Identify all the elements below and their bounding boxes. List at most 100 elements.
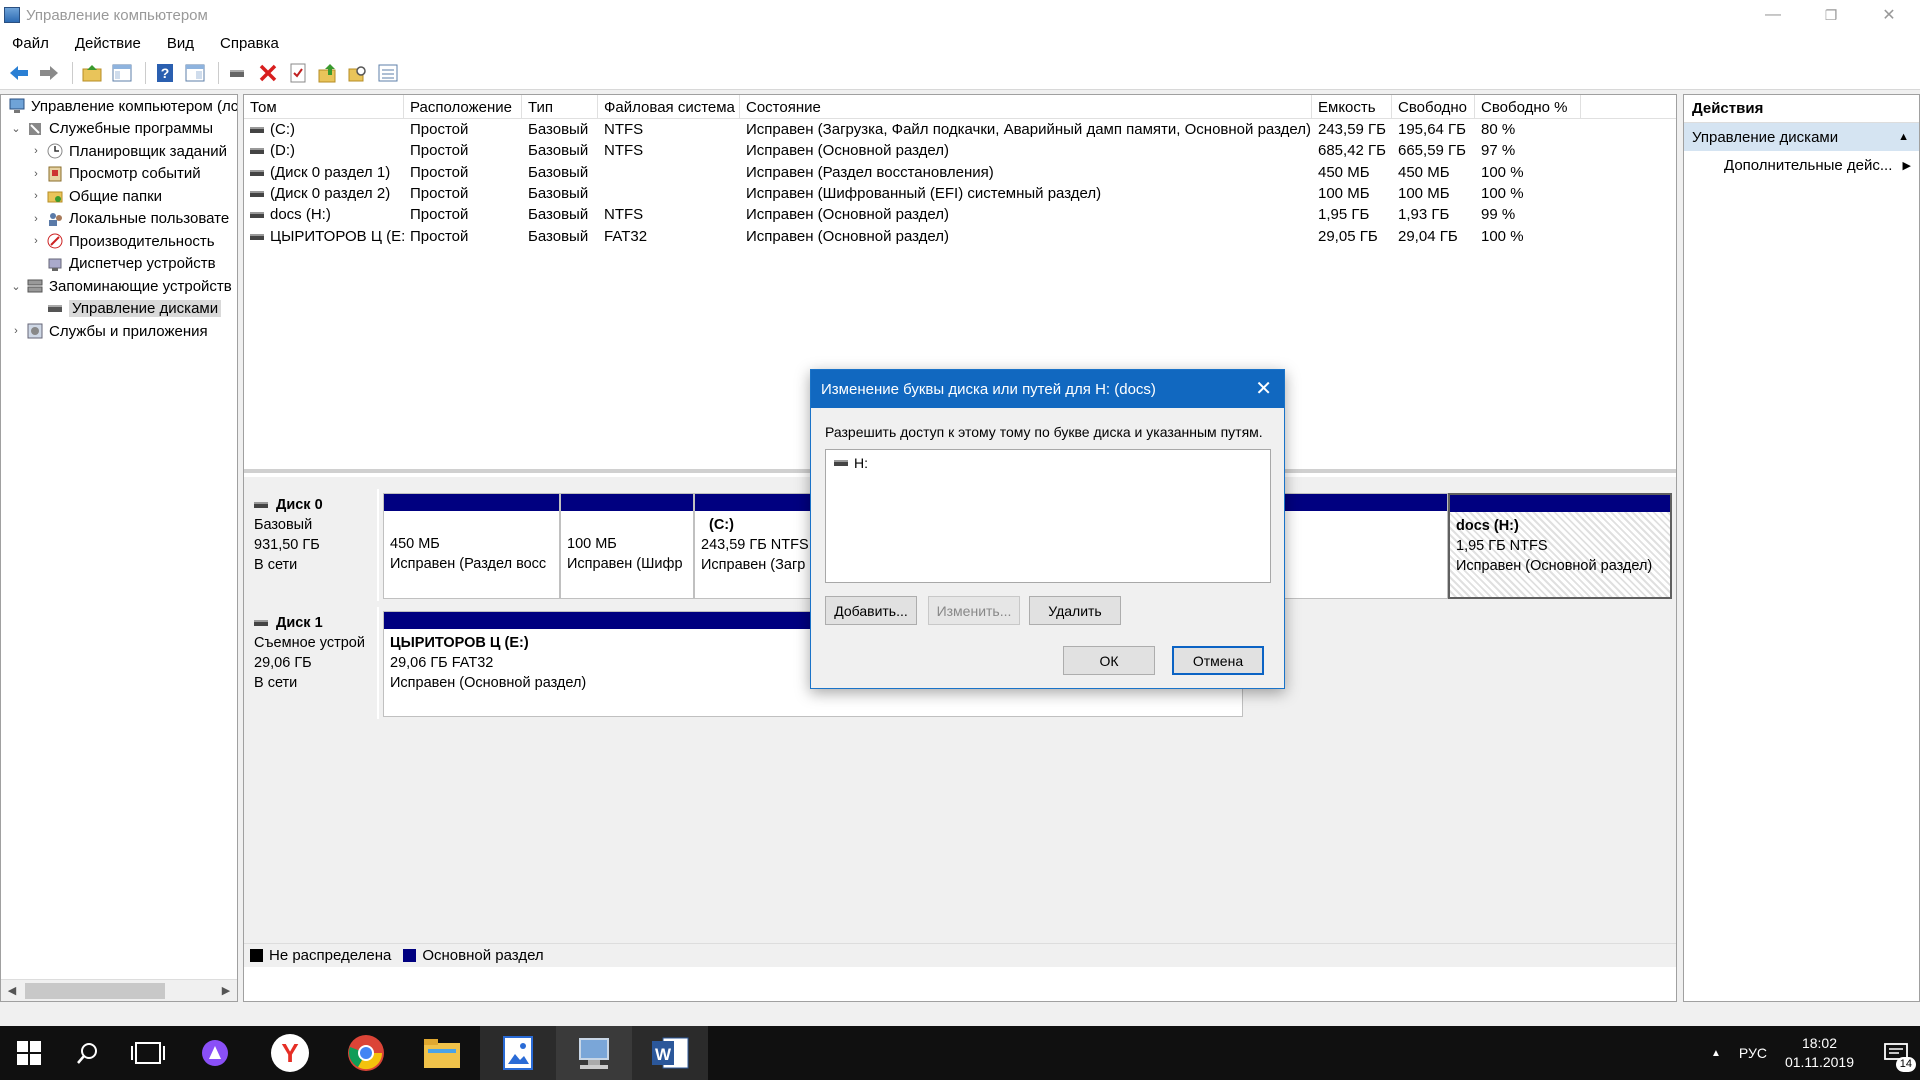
collapsed-chevron-icon[interactable]: › bbox=[29, 213, 43, 225]
action-center-button[interactable]: 14 bbox=[1872, 1026, 1920, 1080]
restore-button[interactable]: ❐ bbox=[1802, 0, 1860, 30]
actions-section-disk-management[interactable]: Управление дисками ▲ bbox=[1684, 123, 1919, 151]
dialog-title-bar: Изменение буквы диска или путей для H: (… bbox=[811, 370, 1284, 408]
file-explorer-button[interactable] bbox=[404, 1026, 480, 1080]
table-cell: Исправен (Основной раздел) bbox=[746, 142, 950, 160]
collapsed-chevron-icon[interactable]: › bbox=[29, 145, 43, 157]
table-row[interactable]: docs (H:) Простой Базовый NTFS Исправен (Осн… bbox=[244, 204, 1676, 225]
export-icon[interactable] bbox=[315, 60, 341, 86]
task-view-button[interactable] bbox=[118, 1026, 178, 1080]
tree-item-4[interactable]: › Общие папки bbox=[1, 185, 237, 208]
column-header-7[interactable]: Свободно bbox=[1392, 95, 1475, 118]
photos-button[interactable] bbox=[480, 1026, 556, 1080]
collapsed-chevron-icon[interactable]: › bbox=[9, 325, 23, 337]
column-header-6[interactable]: Емкость bbox=[1312, 95, 1392, 118]
column-header-2[interactable]: Расположение bbox=[404, 95, 522, 118]
help-icon[interactable]: ? bbox=[152, 60, 178, 86]
column-header-4[interactable]: Файловая система bbox=[598, 95, 740, 118]
legend-primary-swatch bbox=[403, 949, 417, 962]
disk-0-partition-h[interactable]: docs (H:) 1,95 ГБ NTFS Исправен (Основно… bbox=[1448, 493, 1672, 599]
scroll-right-icon[interactable]: ▶ bbox=[215, 984, 237, 997]
search-button[interactable] bbox=[58, 1026, 118, 1080]
list-icon[interactable] bbox=[375, 60, 401, 86]
tree-item-10[interactable]: › Службы и приложения bbox=[1, 320, 237, 343]
volume-icon bbox=[250, 212, 264, 219]
ok-button[interactable]: ОК bbox=[1063, 646, 1155, 675]
column-header-3[interactable]: Тип bbox=[522, 95, 598, 118]
table-cell: Базовый bbox=[528, 163, 589, 181]
disk-0-info[interactable]: Диск 0 Базовый 931,50 ГБ В сети bbox=[244, 489, 379, 601]
tree-item-6[interactable]: › Производительность bbox=[1, 230, 237, 253]
disk-0-partition-2[interactable]: 100 МБ Исправен (Шифр bbox=[560, 493, 694, 599]
menu-file[interactable]: Файл bbox=[0, 35, 62, 52]
column-header-5[interactable]: Состояние bbox=[740, 95, 1312, 118]
close-button[interactable]: ✕ bbox=[1860, 0, 1918, 30]
add-button[interactable]: Добавить... bbox=[825, 596, 917, 625]
forward-arrow-icon[interactable] bbox=[36, 60, 62, 86]
clock[interactable]: 18:02 01.11.2019 bbox=[1785, 1034, 1854, 1072]
collapse-arrow-icon[interactable]: ▲ bbox=[1898, 131, 1909, 143]
word-button[interactable]: W bbox=[632, 1026, 708, 1080]
menu-action[interactable]: Действие bbox=[62, 35, 154, 52]
table-row[interactable]: (Диск 0 раздел 1) Простой Базовый Исправен … bbox=[244, 162, 1676, 183]
alice-app-button[interactable] bbox=[178, 1026, 252, 1080]
column-header-1[interactable]: Том bbox=[244, 95, 404, 118]
expanded-chevron-icon[interactable]: ⌄ bbox=[9, 280, 23, 293]
properties-icon[interactable] bbox=[182, 60, 208, 86]
collapsed-chevron-icon[interactable]: › bbox=[29, 168, 43, 180]
tree-item-2[interactable]: › Планировщик заданий bbox=[1, 140, 237, 163]
start-button[interactable] bbox=[0, 1026, 58, 1080]
minimize-button[interactable]: — bbox=[1744, 0, 1802, 30]
menu-bar: Файл Действие Вид Справка bbox=[0, 30, 1920, 56]
search-icon[interactable] bbox=[345, 60, 371, 86]
scroll-left-icon[interactable]: ◀ bbox=[1, 984, 23, 997]
tree-root[interactable]: Управление компьютером (лс bbox=[1, 95, 237, 118]
connect-icon[interactable] bbox=[225, 60, 251, 86]
tree-item-7[interactable]: Диспетчер устройств bbox=[1, 253, 237, 276]
show-hidden-icons-icon[interactable]: ▲ bbox=[1711, 1048, 1721, 1059]
show-hide-tree-icon[interactable] bbox=[109, 60, 135, 86]
table-cell: Базовый bbox=[528, 121, 589, 139]
table-row[interactable]: (Диск 0 раздел 2) Простой Базовый Исправен … bbox=[244, 183, 1676, 204]
delete-button[interactable]: Удалить bbox=[1029, 596, 1121, 625]
change-button[interactable]: Изменить... bbox=[928, 596, 1020, 625]
table-row[interactable]: (D:) Простой Базовый NTFS Исправен (Основной… bbox=[244, 140, 1676, 161]
tree-item-9[interactable]: Управление дисками bbox=[1, 298, 237, 321]
partition-bar bbox=[1450, 495, 1670, 512]
collapsed-chevron-icon[interactable]: › bbox=[29, 190, 43, 202]
dialog-close-icon[interactable]: ✕ bbox=[1255, 376, 1272, 401]
expanded-chevron-icon[interactable]: ⌄ bbox=[9, 122, 23, 135]
up-folder-icon[interactable] bbox=[79, 60, 105, 86]
disk-1-info[interactable]: Диск 1 Съемное устрой 29,06 ГБ В сети bbox=[244, 607, 379, 719]
drive-path-list[interactable]: H: bbox=[825, 449, 1271, 583]
disk-0-partition-1[interactable]: 450 МБ Исправен (Раздел восс bbox=[383, 493, 560, 599]
menu-help[interactable]: Справка bbox=[207, 35, 292, 52]
collapsed-chevron-icon[interactable]: › bbox=[29, 235, 43, 247]
disk-1-status: В сети bbox=[254, 675, 298, 691]
horizontal-scrollbar[interactable]: ◀ ▶ bbox=[1, 979, 237, 1001]
tree-item-8[interactable]: ⌄ Запоминающие устройств bbox=[1, 275, 237, 298]
yandex-browser-button[interactable]: Y bbox=[252, 1026, 328, 1080]
table-row[interactable]: ЦЫРИТОРОВ Ц (E:) Простой Базовый FAT32 Испра… bbox=[244, 225, 1676, 246]
column-header-8[interactable]: Свободно % bbox=[1475, 95, 1581, 118]
toolbar-separator bbox=[218, 61, 219, 84]
console-tree[interactable]: Управление компьютером (лс ⌄ Служебные пр… bbox=[0, 94, 238, 1002]
check-icon[interactable] bbox=[285, 60, 311, 86]
language-indicator[interactable]: РУС bbox=[1739, 1045, 1767, 1061]
computer-management-taskbar-button[interactable] bbox=[556, 1026, 632, 1080]
partition-size: 1,95 ГБ NTFS bbox=[1456, 538, 1548, 554]
menu-view[interactable]: Вид bbox=[154, 35, 207, 52]
chrome-button[interactable] bbox=[328, 1026, 404, 1080]
scroll-thumb[interactable] bbox=[25, 982, 165, 999]
drive-path-item[interactable]: H: bbox=[834, 455, 1262, 471]
delete-icon[interactable] bbox=[255, 60, 281, 86]
tree-item-3[interactable]: › Просмотр событий bbox=[1, 163, 237, 186]
table-cell: FAT32 bbox=[604, 227, 648, 245]
back-arrow-icon[interactable] bbox=[6, 60, 32, 86]
tree-item-5[interactable]: › Локальные пользовате bbox=[1, 208, 237, 231]
cancel-button[interactable]: Отмена bbox=[1172, 646, 1264, 675]
actions-more[interactable]: Дополнительные дейс... ▶ bbox=[1684, 151, 1919, 179]
table-row[interactable]: (C:) Простой Базовый NTFS Исправен (Загрузка… bbox=[244, 119, 1676, 140]
tree-item-1[interactable]: ⌄ Служебные программы bbox=[1, 118, 237, 141]
system-tray: ▲ РУС 18:02 01.11.2019 14 bbox=[1711, 1026, 1920, 1080]
